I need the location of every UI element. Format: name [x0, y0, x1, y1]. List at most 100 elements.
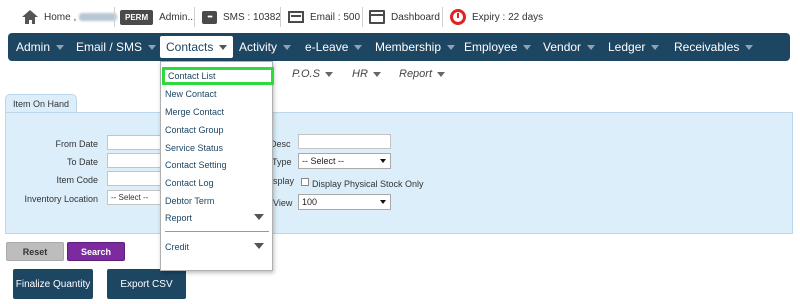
select-arrow-icon — [380, 200, 386, 204]
sms-label: SMS : 10382 — [223, 11, 281, 23]
email-label: Email : 500 — [310, 11, 361, 23]
admin-profile-link[interactable]: PERM Admin... — [120, 7, 196, 27]
reset-button[interactable]: Reset — [6, 242, 64, 261]
nav-label: Admin — [16, 40, 51, 54]
user-name-redacted — [79, 13, 118, 21]
nav-label: Ledger — [608, 40, 646, 54]
menu-item-label: Report — [165, 212, 193, 223]
subnav-pos[interactable]: P.O.S — [292, 66, 333, 82]
menu-item-label: Debtor Term — [165, 195, 215, 206]
email-credit-link[interactable]: Email : 500 — [288, 7, 360, 27]
subnav-report[interactable]: Report — [399, 66, 446, 82]
chevron-down-icon — [372, 71, 381, 77]
finalize-quantity-button[interactable]: Finalize Quantity — [13, 269, 93, 299]
sms-credit-link[interactable]: ••• SMS : 10382 — [202, 7, 281, 27]
menu-item-contact-log[interactable]: Contact Log — [165, 175, 270, 190]
expiry-link[interactable]: Expiry : 22 days — [450, 7, 543, 27]
nav-admin[interactable]: Admin — [16, 33, 65, 61]
view-label: View — [273, 198, 293, 208]
main-nav: Admin Email / SMS Contacts Activity e-Le… — [8, 33, 790, 61]
desc-label: Desc — [270, 139, 291, 149]
menu-item-label: Contact List — [168, 71, 216, 81]
nav-email-sms[interactable]: Email / SMS — [76, 33, 157, 61]
nav-receivables[interactable]: Receivables — [674, 33, 754, 61]
dashboard-link[interactable]: Dashboard — [369, 7, 440, 27]
perm-badge: PERM — [120, 9, 154, 25]
menu-item-merge-contact[interactable]: Merge Contact — [165, 104, 270, 119]
chevron-down-icon — [354, 44, 363, 50]
to-date-input[interactable] — [107, 153, 163, 168]
nav-ledger[interactable]: Ledger — [608, 33, 660, 61]
view-select[interactable]: 100 — [298, 194, 391, 210]
divider — [442, 7, 443, 27]
menu-divider — [165, 231, 269, 232]
to-date-label: To Date — [66, 157, 98, 167]
menu-item-contact-group[interactable]: Contact Group — [165, 122, 270, 137]
chevron-down-icon — [219, 44, 228, 50]
type-select-value: -- Select -- — [302, 156, 345, 166]
chevron-down-icon — [56, 44, 65, 50]
menu-item-credit[interactable]: Credit — [165, 239, 270, 254]
nav-activity[interactable]: Activity — [239, 33, 292, 61]
inventory-location-select[interactable]: -- Select -- — [107, 190, 163, 205]
nav-label: Employee — [464, 40, 518, 54]
divider — [280, 7, 281, 27]
inventory-location-value: -- Select -- — [111, 193, 149, 202]
divider — [114, 7, 115, 27]
nav-label: e-Leave — [305, 40, 349, 54]
menu-item-report[interactable]: Report — [165, 210, 270, 225]
contacts-dropdown-menu: Contact List New Contact Merge Contact C… — [160, 61, 274, 271]
nav-label: Activity — [239, 40, 278, 54]
menu-item-contact-list[interactable]: Contact List — [162, 67, 274, 85]
nav-label: Contacts — [166, 40, 214, 54]
from-date-input[interactable] — [107, 135, 163, 150]
nav-label: Receivables — [674, 40, 740, 54]
menu-item-label: New Contact — [165, 88, 217, 99]
menu-item-contact-setting[interactable]: Contact Setting — [165, 157, 270, 172]
menu-item-new-contact[interactable]: New Contact — [165, 86, 270, 101]
chevron-down-icon — [587, 44, 596, 50]
nav-vendor[interactable]: Vendor — [543, 33, 596, 61]
display-physical-stock-checkbox[interactable] — [301, 178, 309, 186]
dashboard-label: Dashboard — [391, 11, 440, 23]
menu-item-label: Contact Log — [165, 177, 214, 188]
menu-item-debtor-term[interactable]: Debtor Term — [165, 193, 270, 208]
chevron-down-icon — [745, 44, 754, 50]
type-select[interactable]: -- Select -- — [298, 153, 391, 169]
subnav-hr[interactable]: HR — [352, 66, 381, 82]
chevron-down-icon — [254, 243, 264, 249]
alarm-clock-icon — [450, 9, 466, 25]
subnav-label: HR — [352, 68, 368, 80]
home-label: Home , — [44, 11, 77, 23]
chevron-down-icon — [437, 71, 446, 77]
nav-label: Email / SMS — [76, 40, 143, 54]
tab-item-on-hand[interactable]: Item On Hand — [5, 94, 77, 113]
chevron-down-icon — [651, 44, 660, 50]
sms-icon: ••• — [202, 10, 217, 24]
select-arrow-icon — [380, 159, 386, 163]
desc-input[interactable] — [298, 134, 391, 149]
dashboard-icon — [369, 10, 385, 24]
nav-e-leave[interactable]: e-Leave — [305, 33, 363, 61]
menu-item-label: Service Status — [165, 142, 224, 153]
nav-label: Membership — [375, 40, 442, 54]
expiry-label: Expiry : 22 days — [472, 11, 544, 23]
menu-item-label: Credit — [165, 241, 190, 252]
subnav-label: Report — [399, 68, 433, 80]
type-label: Type — [272, 157, 292, 167]
home-link[interactable]: Home , — [22, 7, 118, 27]
chevron-down-icon — [523, 44, 532, 50]
item-code-input[interactable] — [107, 171, 163, 186]
inventory-location-label: Inventory Location — [24, 194, 98, 204]
view-select-value: 100 — [302, 197, 318, 207]
export-csv-button[interactable]: Export CSV — [107, 269, 186, 299]
nav-employee[interactable]: Employee — [464, 33, 532, 61]
chevron-down-icon — [254, 214, 264, 220]
from-date-label: From Date — [55, 139, 98, 149]
menu-item-label: Contact Setting — [165, 159, 227, 170]
chevron-down-icon — [283, 44, 292, 50]
nav-contacts[interactable]: Contacts — [160, 36, 234, 58]
menu-item-service-status[interactable]: Service Status — [165, 140, 270, 155]
nav-membership[interactable]: Membership — [375, 33, 456, 61]
search-button[interactable]: Search — [67, 242, 125, 261]
